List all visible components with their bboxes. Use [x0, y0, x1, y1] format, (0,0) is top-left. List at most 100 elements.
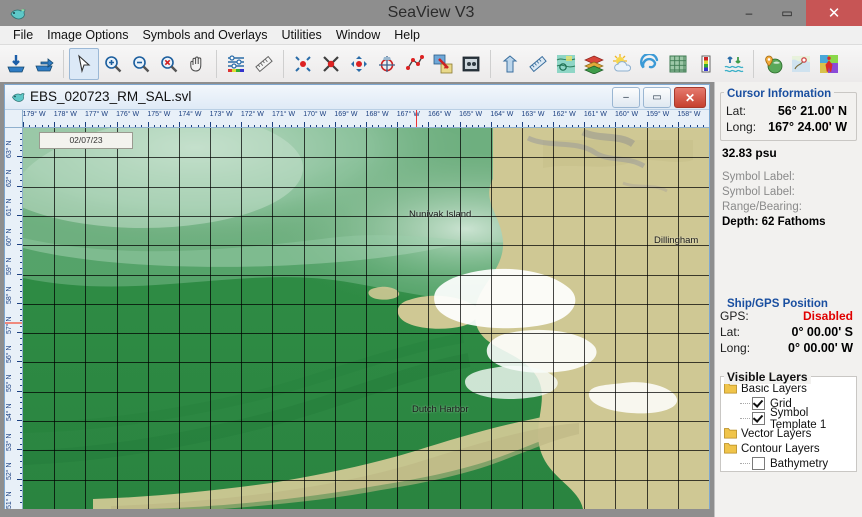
- minimize-button[interactable]: –: [730, 0, 768, 26]
- latitude-minor-tick: [20, 203, 22, 205]
- color-palette-icon[interactable]: [815, 49, 843, 79]
- longitude-tick: [334, 122, 336, 127]
- latitude-minor-tick: [20, 408, 22, 410]
- image-swap-icon[interactable]: [429, 49, 457, 79]
- zoom-out-icon[interactable]: [127, 49, 155, 79]
- menu-help[interactable]: Help: [387, 26, 427, 45]
- layer-folder-node[interactable]: Contour Layers: [724, 441, 853, 456]
- export-data-icon[interactable]: [30, 49, 58, 79]
- latitude-minor-tick: [20, 132, 22, 134]
- layer-checkbox[interactable]: [752, 397, 765, 410]
- latitude-tick: [17, 185, 22, 187]
- longitude-minor-tick: [546, 125, 548, 127]
- cursor-latitude-marker: [5, 321, 22, 324]
- layer-checkbox-node[interactable]: Symbol Template 1: [724, 407, 853, 431]
- info-panel: Cursor Information Lat: 56° 21.00' N Lon…: [714, 82, 862, 517]
- longitude-tick: [85, 122, 87, 127]
- grid-line-meridian: [615, 128, 617, 509]
- longitude-minor-tick: [191, 125, 193, 127]
- gps-lat-value: 0° 00.00' S: [791, 325, 854, 339]
- layer-tree[interactable]: Basic Layers Grid Symbol Template 1 Vector …: [720, 376, 857, 472]
- layer-folder-node[interactable]: Lines: [724, 471, 853, 472]
- longitude-minor-tick: [384, 125, 386, 127]
- menu-window[interactable]: Window: [329, 26, 387, 45]
- zoom-in-icon[interactable]: [99, 49, 127, 79]
- menu-symbols-and-overlays[interactable]: Symbols and Overlays: [135, 26, 274, 45]
- color-scale-icon[interactable]: [692, 49, 720, 79]
- grid-line-parallel: [23, 391, 709, 393]
- animation-icon[interactable]: [457, 49, 485, 79]
- current-swirl-icon[interactable]: [636, 49, 664, 79]
- latitude-minor-tick: [20, 150, 22, 152]
- grid-line-meridian: [334, 128, 336, 509]
- chart-restore-button[interactable]: ▭: [643, 87, 671, 108]
- maximize-button[interactable]: ▭: [768, 0, 806, 26]
- layers-icon[interactable]: [580, 49, 608, 79]
- move-point-icon[interactable]: [345, 49, 373, 79]
- toolbar-group-file: [0, 45, 60, 82]
- arrow-up-tool-icon[interactable]: [496, 49, 524, 79]
- menu-file[interactable]: File: [6, 26, 40, 45]
- map-viewport[interactable]: Nunivak Island Dillingham Dutch Harbor 02/…: [23, 128, 709, 509]
- chart-map-area: 179° W 178° W 177° W 176° W 175° W 174° W 173°…: [5, 110, 709, 509]
- longitude-minor-tick: [702, 125, 704, 127]
- layer-checkbox-node[interactable]: Bathymetry: [724, 456, 853, 471]
- cursor-long-label: Long:: [726, 120, 757, 134]
- longitude-tick: [553, 122, 555, 127]
- longitude-tick-label: 165° W: [459, 111, 483, 118]
- zoom-to-point-icon[interactable]: [289, 49, 317, 79]
- longitude-minor-tick: [278, 125, 280, 127]
- longitude-tick: [147, 122, 149, 127]
- menu-utilities[interactable]: Utilities: [275, 26, 329, 45]
- longitude-tick: [366, 122, 367, 127]
- pan-hand-icon[interactable]: [183, 49, 211, 79]
- measure-ruler-icon[interactable]: [250, 49, 278, 79]
- longitude-tick-label: 171° W: [272, 111, 296, 118]
- chart-minimize-button[interactable]: –: [612, 87, 640, 108]
- ruler-tool-icon[interactable]: [524, 49, 552, 79]
- layer-checkbox[interactable]: [752, 412, 765, 425]
- longitude-minor-tick: [216, 125, 218, 127]
- chart-close-button[interactable]: ✕: [674, 87, 706, 108]
- longitude-tick: [241, 122, 243, 127]
- contour-map-icon[interactable]: [552, 49, 580, 79]
- latitude-minor-tick: [20, 402, 22, 404]
- longitude-minor-tick: [97, 125, 99, 127]
- latitude-minor-tick: [20, 472, 22, 474]
- track-overlay-icon[interactable]: [787, 49, 815, 79]
- layer-checkbox[interactable]: [752, 457, 765, 470]
- longitude-minor-tick: [247, 125, 249, 127]
- latitude-minor-tick: [20, 343, 22, 345]
- longitude-ruler[interactable]: 179° W 178° W 177° W 176° W 175° W 174° W 173°…: [5, 110, 709, 128]
- longitude-tick: [210, 122, 212, 127]
- tide-icon[interactable]: [720, 49, 748, 79]
- longitude-minor-tick: [259, 125, 261, 127]
- zoom-reset-icon[interactable]: [155, 49, 183, 79]
- close-button[interactable]: ✕: [806, 0, 862, 26]
- longitude-minor-tick: [453, 125, 455, 127]
- latitude-ruler[interactable]: 63° N 62° N 61° N 60° N 59° N 58° N 57° N 56° N…: [5, 127, 23, 509]
- latitude-minor-tick: [20, 179, 22, 181]
- latitude-minor-tick: [20, 384, 22, 386]
- gps-marker-icon[interactable]: [759, 49, 787, 79]
- grid-icon[interactable]: [664, 49, 692, 79]
- longitude-tick-label: 176° W: [116, 111, 140, 118]
- longitude-tick-label: 175° W: [147, 111, 171, 118]
- track-line-icon[interactable]: [401, 49, 429, 79]
- longitude-minor-tick: [29, 125, 31, 127]
- latitude-tick: [17, 332, 22, 334]
- longitude-minor-tick: [690, 125, 692, 127]
- target-point-icon[interactable]: [373, 49, 401, 79]
- select-arrow-icon[interactable]: [69, 47, 99, 80]
- longitude-minor-tick: [197, 125, 199, 127]
- menu-image-options[interactable]: Image Options: [40, 26, 135, 45]
- longitude-minor-tick: [297, 125, 299, 127]
- longitude-minor-tick: [60, 125, 62, 127]
- grid-line-parallel: [23, 421, 709, 423]
- weather-icon[interactable]: [608, 49, 636, 79]
- longitude-minor-tick: [135, 125, 137, 127]
- grid-line-meridian: [677, 128, 679, 509]
- import-data-icon[interactable]: [2, 49, 30, 79]
- color-levels-icon[interactable]: [222, 49, 250, 79]
- delete-point-icon[interactable]: [317, 49, 345, 79]
